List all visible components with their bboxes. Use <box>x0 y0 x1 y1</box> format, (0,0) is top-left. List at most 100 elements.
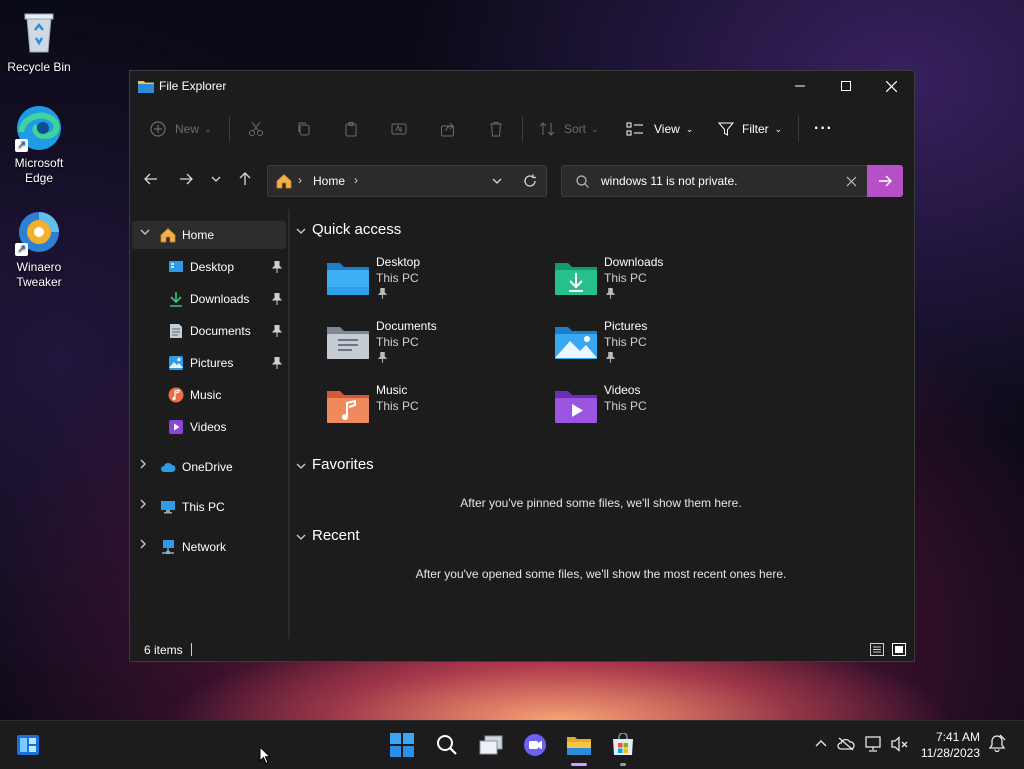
nav-item-documents[interactable]: Documents <box>132 317 286 345</box>
divider <box>229 116 230 142</box>
shortcut-arrow-icon: ↗ <box>15 243 28 256</box>
nav-item-videos[interactable]: Videos <box>132 413 286 441</box>
navigation-pane: Home Desktop Downloads Documents Picture… <box>130 209 288 641</box>
volume-muted-icon <box>891 736 908 752</box>
nav-item-onedrive[interactable]: OneDrive <box>132 453 286 481</box>
tile-name: Downloads <box>604 255 664 269</box>
pin-icon <box>378 288 387 299</box>
store-button[interactable] <box>609 731 637 759</box>
share-button[interactable] <box>440 106 456 152</box>
clock-time: 7:41 AM <box>935 730 980 744</box>
window-title: File Explorer <box>159 79 227 93</box>
search-icon <box>576 175 589 188</box>
view-button[interactable]: View ⌄ <box>626 106 693 152</box>
search-taskbar-button[interactable] <box>433 731 461 759</box>
rename-button[interactable] <box>391 106 407 152</box>
search-box[interactable]: windows 11 is not private. <box>561 165 903 197</box>
favorites-header[interactable]: Favorites <box>296 456 374 473</box>
nav-item-pictures[interactable]: Pictures <box>132 349 286 377</box>
tile-location: This PC <box>376 335 419 349</box>
chevron-right-icon[interactable] <box>140 499 146 512</box>
clock[interactable]: 7:41 AM 11/28/2023 <box>921 729 980 761</box>
desktop-icon <box>169 261 183 272</box>
search-go-button[interactable] <box>867 165 903 197</box>
minimize-button[interactable] <box>777 71 823 101</box>
refresh-icon[interactable] <box>523 174 537 188</box>
chat-button[interactable] <box>521 731 549 759</box>
winaero-tweaker-icon: ↗ <box>15 208 63 256</box>
address-bar[interactable]: › Home › <box>267 165 547 197</box>
desktop-icon-winaero[interactable]: ↗ Winaero Tweaker <box>0 208 78 290</box>
forward-button[interactable] <box>173 167 199 191</box>
recycle-bin-label: Recycle Bin <box>7 60 71 74</box>
file-explorer-window: File Explorer New ⌄ Sort ⌄ View ⌄ Filter… <box>129 70 915 662</box>
onedrive-tray-button[interactable] <box>837 737 855 754</box>
arrow-right-icon <box>879 175 892 187</box>
file-explorer-taskbar-button[interactable] <box>565 731 593 759</box>
plus-circle-icon <box>150 121 166 137</box>
chevron-down-icon[interactable] <box>140 227 150 238</box>
recent-locations-button[interactable] <box>203 167 229 191</box>
quick-access-tile-desktop[interactable]: Desktop This PC <box>326 253 546 309</box>
copy-button[interactable] <box>296 106 312 152</box>
filter-button[interactable]: Filter ⌄ <box>718 106 782 152</box>
task-view-button[interactable] <box>477 731 505 759</box>
volume-tray-button[interactable] <box>891 736 909 755</box>
onedrive-offline-icon <box>837 737 855 751</box>
nav-item-network[interactable]: Network <box>132 533 286 561</box>
address-dropdown-icon[interactable] <box>492 178 502 184</box>
quick-access-tile-music[interactable]: Music This PC <box>326 381 546 437</box>
quick-access-tile-videos[interactable]: Videos This PC <box>554 381 774 437</box>
cut-button[interactable] <box>248 106 264 152</box>
pane-splitter[interactable] <box>288 209 290 639</box>
desktop-icon-edge[interactable]: ↗ Microsoft Edge <box>0 104 78 186</box>
network-tray-button[interactable] <box>865 736 883 755</box>
folder-icon <box>567 737 591 755</box>
search-input[interactable]: windows 11 is not private. <box>601 174 738 188</box>
quick-access-tile-downloads[interactable]: Downloads This PC <box>554 253 774 309</box>
network-status-icon <box>865 736 881 752</box>
paste-button[interactable] <box>343 106 359 152</box>
new-button[interactable]: New ⌄ <box>150 106 212 152</box>
notifications-button[interactable] <box>988 734 1006 755</box>
folder-icon <box>138 81 154 93</box>
nav-item-desktop[interactable]: Desktop <box>132 253 286 281</box>
desktop-icon-recycle-bin[interactable]: Recycle Bin <box>0 8 78 75</box>
breadcrumb-separator[interactable]: › <box>354 173 358 187</box>
section-title: Recent <box>312 527 360 544</box>
quick-access-tile-pictures[interactable]: Pictures This PC <box>554 317 774 373</box>
up-button[interactable] <box>232 167 258 191</box>
nav-item-this-pc[interactable]: This PC <box>132 493 286 521</box>
title-bar[interactable]: File Explorer <box>130 71 914 103</box>
nav-item-downloads[interactable]: Downloads <box>132 285 286 313</box>
see-more-button[interactable]: ··· <box>814 106 833 152</box>
nav-label: Music <box>190 388 222 402</box>
picture-icon <box>169 356 183 370</box>
nav-item-home[interactable]: Home <box>132 221 286 249</box>
sort-button[interactable]: Sort ⌄ <box>539 106 599 152</box>
show-hidden-icons-button[interactable] <box>815 735 827 750</box>
back-button[interactable] <box>138 167 164 191</box>
clear-search-icon[interactable] <box>846 176 857 187</box>
quick-access-header[interactable]: Quick access <box>296 221 401 238</box>
status-bar: 6 items <box>130 639 914 661</box>
start-button[interactable] <box>388 731 416 759</box>
maximize-button[interactable] <box>823 71 869 101</box>
widgets-button[interactable] <box>14 731 42 759</box>
recent-header[interactable]: Recent <box>296 527 360 544</box>
close-button[interactable] <box>868 71 914 101</box>
close-icon <box>885 80 897 92</box>
pictures-folder-icon <box>555 327 597 359</box>
view-list-icon <box>626 122 643 136</box>
nav-item-music[interactable]: Music <box>132 381 286 409</box>
maximize-icon <box>841 81 851 91</box>
breadcrumb-home[interactable]: Home <box>313 174 345 188</box>
chevron-right-icon[interactable] <box>140 459 146 472</box>
quick-access-tile-documents[interactable]: Documents This PC <box>326 317 546 373</box>
delete-button[interactable] <box>488 106 504 152</box>
more-icon: ··· <box>814 120 833 137</box>
large-icons-view-icon[interactable] <box>892 643 906 656</box>
details-view-icon[interactable] <box>870 643 884 656</box>
chevron-right-icon[interactable] <box>140 539 146 552</box>
chevron-down-icon <box>296 532 310 543</box>
